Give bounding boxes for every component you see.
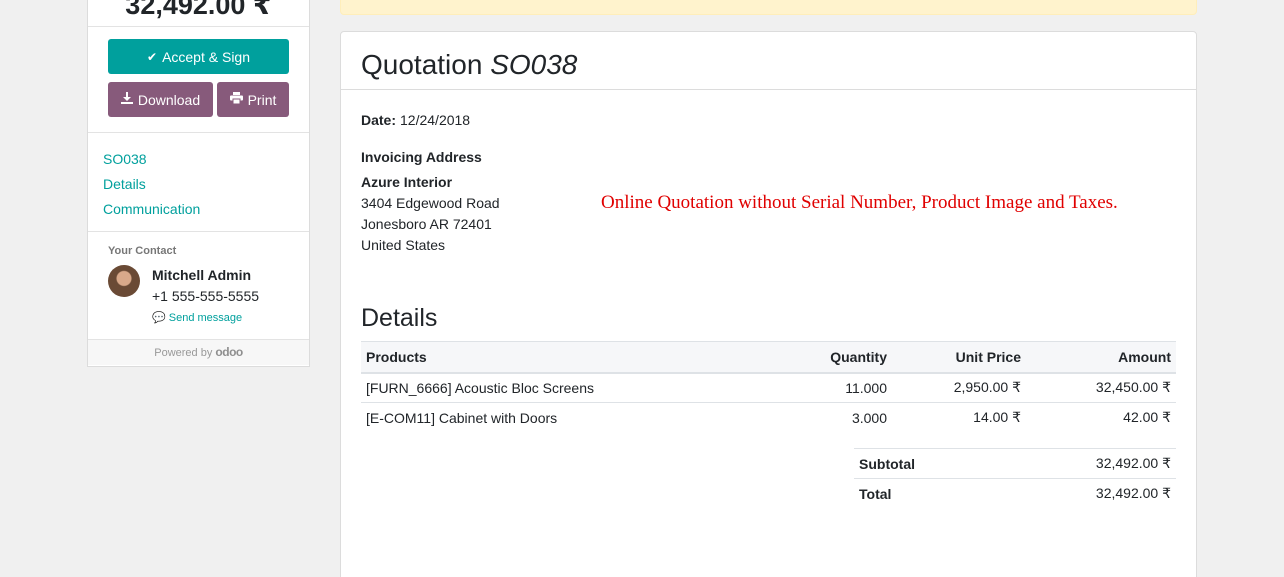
sidebar-nav: SO038 Details Communication bbox=[88, 133, 309, 232]
product-unit-price: 14.00 ₹ bbox=[973, 409, 1021, 426]
product-name: [E-COM11] Cabinet with Doors bbox=[366, 409, 558, 426]
subtotal-row: Subtotal 32,492.00 ₹ bbox=[854, 448, 1176, 479]
comment-icon: 💬 bbox=[152, 312, 166, 324]
address-line-3: United States bbox=[361, 237, 446, 253]
date-value: 12/24/2018 bbox=[400, 112, 471, 128]
accept-sign-label: Accept & Sign bbox=[162, 48, 250, 65]
avatar bbox=[108, 265, 140, 297]
date-label: Date: bbox=[361, 112, 397, 128]
col-products: Products bbox=[361, 341, 752, 374]
total-label: Total bbox=[854, 478, 995, 509]
col-unit-price: Unit Price bbox=[892, 341, 1026, 374]
contact-phone: +1 555-555-5555 bbox=[152, 288, 260, 304]
total-amount: 32,492.00 ₹ bbox=[125, 0, 272, 20]
address-name: Azure Interior bbox=[361, 174, 453, 190]
table-row: [FURN_6666] Acoustic Bloc Screens 11.000… bbox=[361, 372, 1176, 403]
send-message-label: Send message bbox=[168, 312, 243, 324]
product-amount: 42.00 ₹ bbox=[1123, 409, 1171, 426]
accept-sign-button[interactable]: ✔ Accept & Sign bbox=[108, 39, 289, 74]
send-message-link[interactable]: 💬 Send message bbox=[152, 311, 242, 324]
product-amount: 32,450.00 ₹ bbox=[1026, 372, 1176, 403]
check-icon: ✔ bbox=[147, 49, 158, 64]
nav-link-communication[interactable]: Communication bbox=[103, 197, 294, 222]
download-label: Download bbox=[137, 91, 201, 108]
odoo-logo[interactable]: odoo bbox=[215, 345, 243, 359]
print-label: Print bbox=[247, 91, 277, 108]
table-header-row: Products Quantity Unit Price Amount bbox=[361, 341, 1176, 374]
your-contact: Your Contact Mitchell Admin +1 555-555-5… bbox=[88, 232, 309, 340]
contact-name: Mitchell Admin bbox=[152, 267, 252, 283]
invoicing-address-title: Invoicing Address bbox=[361, 149, 482, 165]
powered-by: Powered by odoo bbox=[88, 340, 309, 365]
action-buttons: ✔ Accept & Sign Download Print bbox=[88, 27, 309, 133]
sidebar-total: 32,492.00 ₹ bbox=[88, 0, 309, 27]
alert-bar bbox=[340, 0, 1197, 15]
annotation-note: Online Quotation without Serial Number, … bbox=[601, 192, 1118, 213]
address-line-2: Jonesboro AR 72401 bbox=[361, 216, 492, 232]
download-button[interactable]: Download bbox=[108, 82, 213, 117]
product-quantity: 3.000 bbox=[851, 409, 887, 426]
print-icon bbox=[229, 92, 243, 107]
product-name: [FURN_6666] Acoustic Bloc Screens bbox=[361, 372, 752, 403]
table-row: [E-COM11] Cabinet with Doors 3.000 14.00… bbox=[361, 403, 1176, 433]
product-quantity: 11.000 bbox=[752, 372, 892, 403]
quotation-card: Quotation SO038 Date: 12/24/2018 Invoicin… bbox=[340, 31, 1197, 577]
details-title: Details bbox=[361, 304, 438, 332]
products-table: Products Quantity Unit Price Amount [FUR… bbox=[361, 341, 1176, 433]
nav-link-so038[interactable]: SO038 bbox=[103, 147, 294, 172]
card-header: Quotation SO038 bbox=[341, 32, 1196, 90]
col-quantity: Quantity bbox=[752, 341, 892, 374]
print-button[interactable]: Print bbox=[217, 82, 289, 117]
page-title: Quotation SO038 bbox=[361, 48, 1176, 82]
powered-by-label: Powered by bbox=[154, 347, 213, 359]
totals-table: Subtotal 32,492.00 ₹ Total 32,492.00 ₹ bbox=[854, 448, 1176, 509]
title-prefix: Quotation bbox=[361, 49, 483, 80]
quotation-number: SO038 bbox=[490, 49, 578, 80]
nav-link-details[interactable]: Details bbox=[103, 172, 294, 197]
download-icon bbox=[120, 92, 133, 107]
product-unit-price: 2,950.00 ₹ bbox=[892, 372, 1026, 403]
date-line: Date: 12/24/2018 bbox=[361, 112, 470, 128]
sidebar: 32,492.00 ₹ ✔ Accept & Sign Download Pri… bbox=[87, 0, 310, 367]
total-value: 32,492.00 ₹ bbox=[994, 478, 1176, 509]
address-line-1: 3404 Edgewood Road bbox=[361, 195, 500, 211]
col-amount: Amount bbox=[1026, 341, 1176, 374]
total-row: Total 32,492.00 ₹ bbox=[854, 478, 1176, 509]
contact-label: Your Contact bbox=[108, 245, 177, 257]
subtotal-value: 32,492.00 ₹ bbox=[994, 448, 1176, 479]
subtotal-label: Subtotal bbox=[854, 448, 995, 479]
